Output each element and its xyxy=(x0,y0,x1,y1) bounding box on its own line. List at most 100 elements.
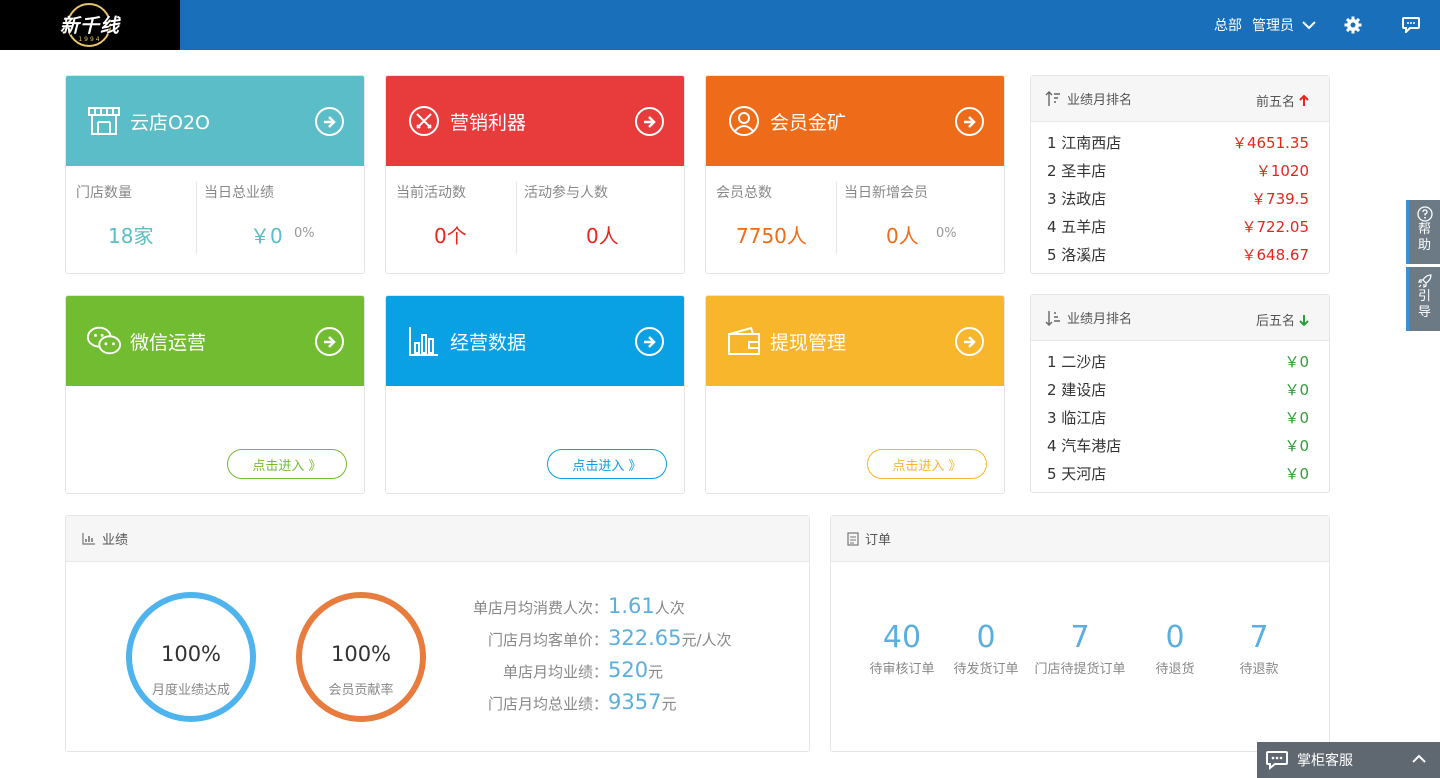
rank-title: 业绩月排名 xyxy=(1067,93,1133,108)
card-member: 会员金矿 会员总数 7750人 当日新增会员 0人 0% xyxy=(705,75,1005,274)
performance-panel: 业绩 100% 月度业绩达成 100% 会员贡献率 单店月均消费人次： 1.61 人… xyxy=(65,515,810,752)
arrow-down-icon xyxy=(1299,314,1309,326)
rank-top-five-panel: 业绩月排名 前五名 1 江南西店 ￥4651.35 2 圣丰店 ￥1020 3 法政… xyxy=(1030,75,1330,274)
divider xyxy=(196,182,197,254)
wechat-icon xyxy=(86,323,122,359)
stat-label: 当日总业绩 xyxy=(204,185,274,201)
hq-link[interactable]: 总部 xyxy=(1214,15,1242,35)
stat-value: ￥0 xyxy=(250,224,283,248)
arrow-right-icon[interactable] xyxy=(635,107,664,136)
metric-row: 单店月均业绩： 520 元 xyxy=(502,658,664,682)
card-cloud-header[interactable]: 云店O2O xyxy=(66,76,364,166)
card-withdraw: 提现管理 点击进入 》 xyxy=(705,295,1005,494)
card-marketing-header[interactable]: 营销利器 xyxy=(386,76,684,166)
rank-row: 2 圣丰店 ￥1020 xyxy=(1047,161,1309,180)
enter-data-button[interactable]: 点击进入 》 xyxy=(547,449,667,479)
circle-value: 100% xyxy=(330,642,392,666)
rank-row: 2 建设店 ￥0 xyxy=(1047,380,1309,399)
rank-title: 业绩月排名 xyxy=(1067,312,1133,327)
stat-percent: 0% xyxy=(936,226,957,241)
card-withdraw-header[interactable]: 提现管理 xyxy=(706,296,1004,386)
arrow-up-icon xyxy=(1299,94,1309,106)
card-title: 营销利器 xyxy=(450,111,527,134)
divider xyxy=(836,182,837,254)
card-title: 云店O2O xyxy=(130,111,210,134)
enter-withdraw-button[interactable]: 点击进入 》 xyxy=(867,449,987,479)
rank-row: 4 五羊店 ￥722.05 xyxy=(1047,217,1309,236)
card-cloud-o2o: 云店O2O 门店数量 18家 当日总业绩 ￥0 0% xyxy=(65,75,365,274)
card-member-header[interactable]: 会员金矿 xyxy=(706,76,1004,166)
card-wechat: 微信运营 点击进入 》 xyxy=(65,295,365,494)
card-wechat-header[interactable]: 微信运营 xyxy=(66,296,364,386)
sort-asc-icon xyxy=(1045,310,1061,326)
logo-mark: 新千线 1994 xyxy=(54,2,126,48)
customer-service-label: 掌柜客服 xyxy=(1297,753,1353,769)
arrow-right-icon[interactable] xyxy=(955,107,984,136)
stat-label: 当前活动数 xyxy=(396,185,466,201)
sort-desc-icon xyxy=(1045,90,1061,107)
stat-value: 0个 xyxy=(434,224,467,248)
circle-label: 月度业绩达成 xyxy=(151,683,230,698)
chevron-up-icon[interactable] xyxy=(1412,754,1426,764)
bar-chart-icon xyxy=(82,533,95,545)
circle-label: 会员贡献率 xyxy=(328,683,394,698)
arrow-right-icon[interactable] xyxy=(315,107,344,136)
arrow-right-icon[interactable] xyxy=(635,327,664,356)
card-title: 经营数据 xyxy=(450,331,527,354)
stat-value: 18家 xyxy=(108,224,154,248)
circle-value: 100% xyxy=(160,642,222,666)
order-pending-refund[interactable]: 7 待退款 xyxy=(1204,620,1314,677)
admin-menu[interactable]: 管理员 xyxy=(1252,15,1316,35)
stat-label: 当日新增会员 xyxy=(844,185,928,201)
chat-icon[interactable] xyxy=(1402,17,1420,33)
stat-daily-sales: 当日总业绩 ￥0 0% xyxy=(204,182,354,254)
stat-percent: 0% xyxy=(294,226,315,241)
orders-panel: 订单 40 待审核订单 0 待发货订单 7 门店待提货订单 0 待退货 7 待退款 xyxy=(830,515,1330,752)
stat-value: 7750人 xyxy=(736,224,807,248)
customer-service-bar[interactable]: 掌柜客服 xyxy=(1257,742,1440,778)
rank-row: 3 法政店 ￥739.5 xyxy=(1047,189,1309,208)
storefront-icon xyxy=(86,103,122,139)
question-icon xyxy=(1416,206,1433,222)
brand-logo[interactable]: 新千线 1994 xyxy=(0,0,180,50)
help-button[interactable]: 帮 助 xyxy=(1406,200,1440,264)
logo-year: 1994 xyxy=(78,36,102,43)
rank-row: 4 汽车港店 ￥0 xyxy=(1047,436,1309,455)
swords-icon xyxy=(406,103,442,139)
admin-label: 管理员 xyxy=(1252,18,1294,34)
order-store-pickup[interactable]: 7 门店待提货订单 xyxy=(1025,620,1135,677)
monthly-target-circle: 100% 月度业绩达成 xyxy=(126,592,256,722)
metric-row: 单店月均消费人次： 1.61 人次 xyxy=(472,594,685,618)
stat-value: 0人 xyxy=(586,224,619,248)
bar-chart-icon xyxy=(406,323,442,359)
card-title: 提现管理 xyxy=(770,331,847,354)
rank-row: 5 洛溪店 ￥648.67 xyxy=(1047,245,1309,264)
stat-value: 0人 xyxy=(886,224,919,248)
document-icon xyxy=(847,531,859,546)
rank-side-label: 前五名 xyxy=(1255,95,1295,110)
guide-button[interactable]: 引 导 xyxy=(1406,267,1440,331)
gear-icon[interactable] xyxy=(1344,16,1362,34)
card-title: 微信运营 xyxy=(130,331,207,354)
member-contribution-circle: 100% 会员贡献率 xyxy=(296,592,426,722)
rank-row: 1 江南西店 ￥4651.35 xyxy=(1047,133,1309,152)
card-title: 会员金矿 xyxy=(770,111,847,134)
card-business-data: 经营数据 点击进入 》 xyxy=(385,295,685,494)
stat-store-count: 门店数量 18家 xyxy=(76,182,186,254)
stat-label: 会员总数 xyxy=(716,185,772,201)
rank-row: 1 二沙店 ￥0 xyxy=(1047,352,1309,371)
stat-new-members: 当日新增会员 0人 0% xyxy=(844,182,994,254)
wallet-icon xyxy=(726,323,762,359)
card-data-header[interactable]: 经营数据 xyxy=(386,296,684,386)
rank-row: 5 天河店 ￥0 xyxy=(1047,464,1309,483)
enter-wechat-button[interactable]: 点击进入 》 xyxy=(227,449,347,479)
arrow-right-icon[interactable] xyxy=(315,327,344,356)
arrow-right-icon[interactable] xyxy=(955,327,984,356)
metric-row: 门店月均客单价： 322.65 元/人次 xyxy=(487,626,732,650)
rank-row: 3 临江店 ￥0 xyxy=(1047,408,1309,427)
stat-label: 活动参与人数 xyxy=(524,185,608,201)
stat-participants: 活动参与人数 0人 xyxy=(524,182,674,254)
panel-title: 业绩 xyxy=(102,533,129,548)
divider xyxy=(516,182,517,254)
panel-title: 订单 xyxy=(865,533,892,548)
